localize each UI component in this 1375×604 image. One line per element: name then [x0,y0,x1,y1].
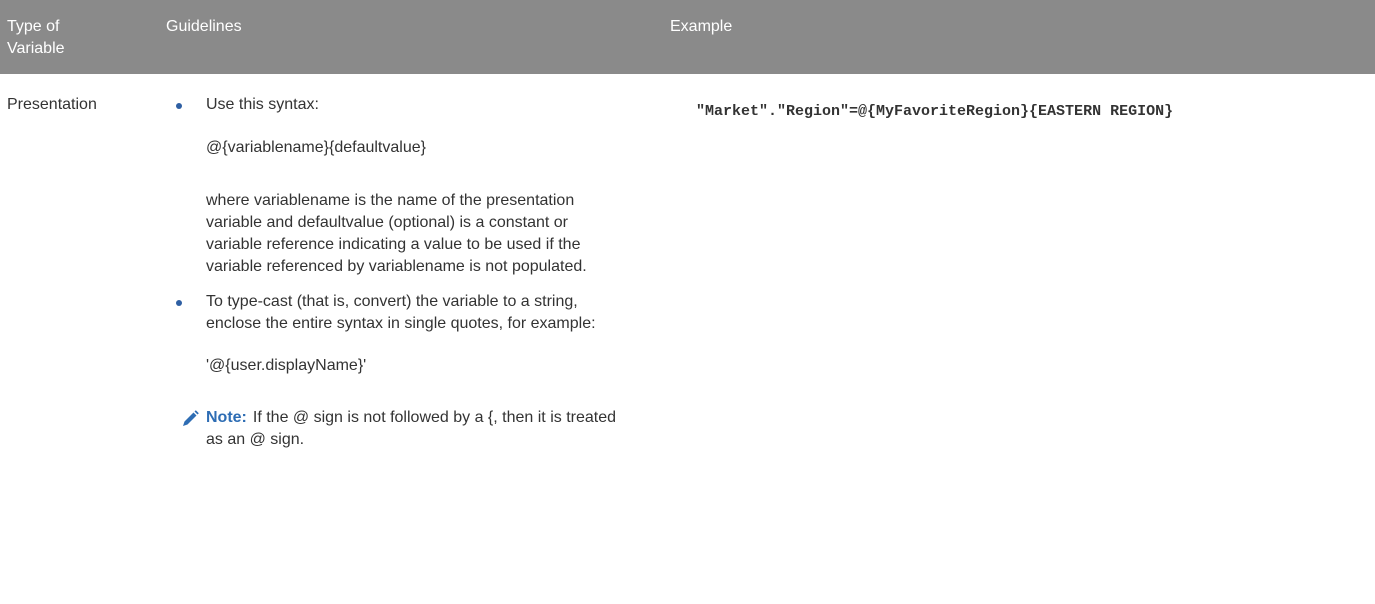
bullet-text-syntax: Use this syntax: [206,96,319,113]
bullet-text-type-cast: To type-cast (that is, convert) the vari… [206,293,596,332]
syntax-explanation: where variablename is the name of the pr… [206,192,587,275]
list-item: Use this syntax: [166,94,666,116]
note-text: If the @ sign is not followed by a {, th… [206,409,616,448]
example-code: "Market"."Region"=@{MyFavoriteRegion}{EA… [696,103,1174,120]
note: Note: If the @ sign is not followed by a … [166,407,626,451]
variable-type: Presentation [7,96,97,113]
table-header: Type of Variable Guidelines Example [0,0,1375,74]
table-row: Presentation Use this syntax: @{variable… [0,74,1375,604]
header-guidelines: Guidelines [166,18,242,35]
guidelines-cell: Use this syntax: @{variablename}{default… [166,94,666,451]
cast-example: '@{user.displayName}' [206,357,367,374]
note-label: Note: [206,409,247,426]
list-item: To type-cast (that is, convert) the vari… [166,291,626,335]
syntax-text: @{variablename}{defaultvalue} [206,139,426,156]
header-type-of-variable: Type of Variable [7,18,65,57]
header-example: Example [670,18,733,35]
bullet-icon [176,103,182,109]
bullet-icon [176,300,182,306]
pencil-icon [180,409,200,429]
